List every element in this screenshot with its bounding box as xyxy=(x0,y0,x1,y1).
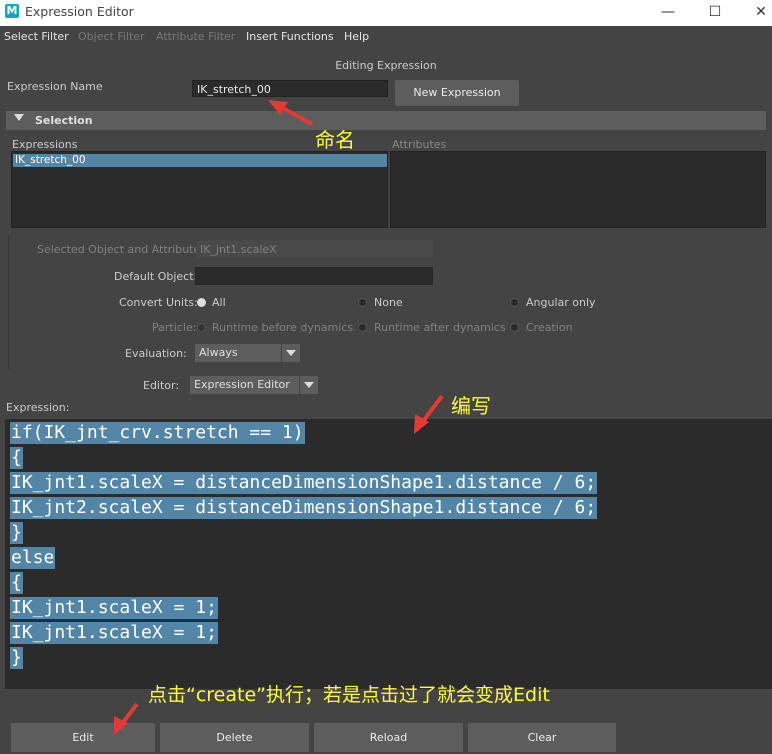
annotation-arrows xyxy=(114,100,444,735)
annotation-create-note: 点击“create”执行；若是点击过了就会变成Edit xyxy=(148,684,550,706)
arrow-icon xyxy=(114,702,139,735)
arrow-icon xyxy=(268,100,313,126)
annotation-write: 编写 xyxy=(451,394,491,418)
arrow-icon xyxy=(414,394,444,434)
annotation-name: 命名 xyxy=(315,128,355,152)
